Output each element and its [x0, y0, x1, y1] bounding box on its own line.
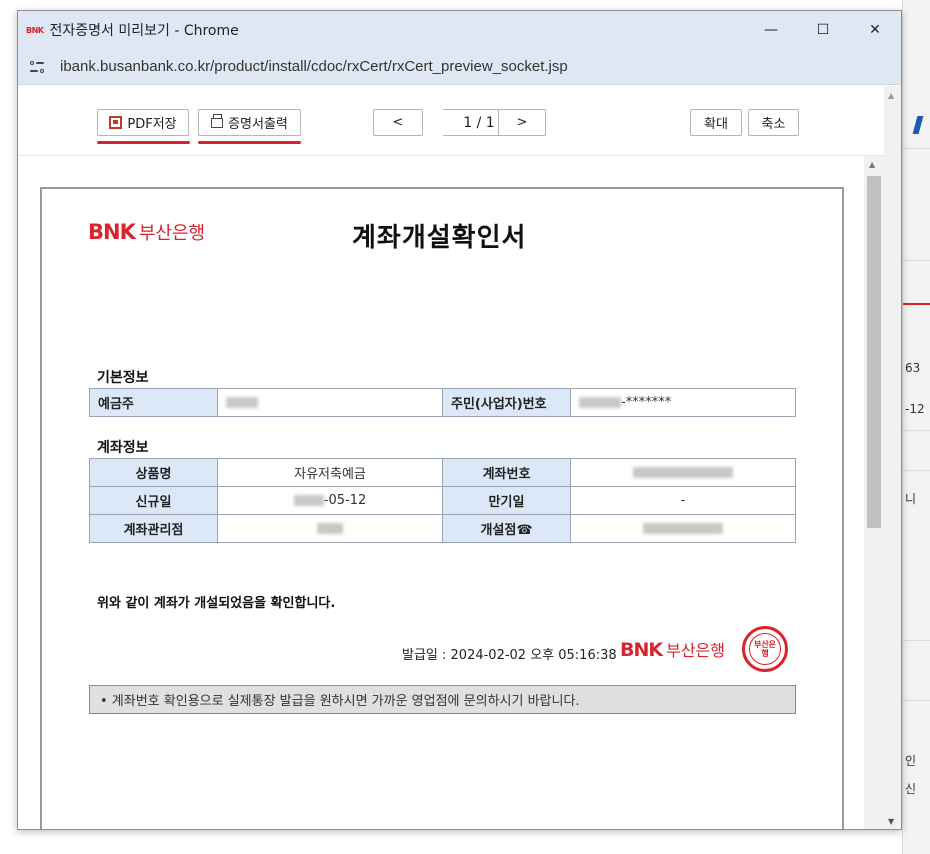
- address-bar: ibank.busanbank.co.kr/product/install/cd…: [18, 49, 901, 85]
- background-text: 신: [905, 782, 917, 796]
- document-title: 계좌개설확인서: [352, 223, 527, 253]
- bnk-logo-mark: BNK: [88, 220, 136, 244]
- scroll-down-icon[interactable]: ▼: [888, 817, 894, 826]
- viewer-toolbar: PDF저장 증명서출력 < 1 / 1 > 확대 축소: [18, 86, 884, 156]
- account-number-label: 계좌번호: [442, 458, 571, 487]
- opening-branch-label: 개설점☎: [442, 514, 571, 543]
- pdf-save-label: PDF저장: [127, 117, 177, 132]
- redacted-value: [317, 523, 343, 534]
- background-text: -12: [905, 402, 925, 416]
- account-number-value: [570, 458, 796, 487]
- bnk-logo: BNK 부산은행: [620, 637, 725, 661]
- scrollbar-thumb[interactable]: [867, 176, 881, 528]
- document-area: BNK 부산은행 계좌개설확인서 기본정보 예금주 주민(사업자)번호 -***…: [18, 156, 884, 829]
- opening-branch-value: [570, 514, 796, 543]
- background-divider: [903, 640, 930, 641]
- redacted-value: [633, 467, 733, 478]
- printer-icon: [211, 113, 224, 128]
- account-info-heading: 계좌정보: [97, 440, 149, 456]
- scroll-up-icon[interactable]: ▲: [869, 160, 875, 169]
- id-number-value: -*******: [570, 388, 796, 417]
- id-number-suffix: -*******: [621, 395, 672, 410]
- open-date-suffix: -05-12: [323, 493, 367, 508]
- favicon-logo: BNK: [26, 25, 44, 35]
- id-number-label: 주민(사업자)번호: [442, 388, 571, 417]
- open-date-value: -05-12: [217, 486, 443, 515]
- basic-info-heading: 기본정보: [97, 370, 149, 386]
- redacted-value: [226, 397, 258, 408]
- print-certificate-label: 증명서출력: [228, 117, 288, 132]
- seal-text: 부산은행: [749, 633, 781, 665]
- title-bar[interactable]: BNK 전자증명서 미리보기 - Chrome — ☐ ✕: [18, 11, 901, 49]
- managing-branch-label: 계좌관리점: [89, 514, 218, 543]
- bnk-logo-name: 부산은행: [666, 641, 725, 660]
- pdf-icon: [109, 116, 123, 129]
- preview-window: BNK 전자증명서 미리보기 - Chrome — ☐ ✕ ibank.busa…: [17, 10, 902, 830]
- table-row: 예금주 주민(사업자)번호 -*******: [89, 388, 796, 417]
- close-button[interactable]: ✕: [849, 11, 901, 49]
- minimize-button[interactable]: —: [745, 11, 797, 49]
- background-text: 니: [905, 492, 917, 506]
- managing-branch-value: [217, 514, 443, 543]
- maturity-date-label: 만기일: [442, 486, 571, 515]
- background-logo-mark: [912, 116, 924, 134]
- bnk-logo: BNK 부산은행: [88, 219, 205, 245]
- highlight-underline: [198, 141, 301, 144]
- open-date-label: 신규일: [89, 486, 218, 515]
- window-title: 전자증명서 미리보기 - Chrome: [49, 23, 239, 39]
- background-text: 인: [905, 754, 917, 768]
- zoom-in-button[interactable]: 확대: [690, 109, 742, 136]
- site-settings-icon[interactable]: [30, 58, 48, 76]
- background-text: 63: [905, 361, 921, 375]
- window-controls: — ☐ ✕: [745, 11, 901, 49]
- redacted-value: [579, 397, 621, 408]
- background-divider: [903, 430, 930, 431]
- zoom-out-button[interactable]: 축소: [748, 109, 799, 136]
- background-divider: [903, 260, 930, 261]
- background-page: 63 -12 니 인 신: [902, 0, 930, 854]
- background-divider: [903, 700, 930, 701]
- background-divider: [903, 148, 930, 149]
- table-row: 상품명 자유저축예금 계좌번호: [89, 458, 796, 487]
- depositor-value: [217, 388, 443, 417]
- next-page-button[interactable]: >: [498, 109, 546, 136]
- confirmation-text: 위와 같이 계좌가 개설되었음을 확인합니다.: [97, 596, 336, 611]
- redacted-value: [643, 523, 723, 534]
- document-scrollbar[interactable]: ▲: [864, 156, 884, 829]
- scroll-up-icon[interactable]: ▲: [888, 91, 894, 100]
- depositor-label: 예금주: [89, 388, 218, 417]
- product-value: 자유저축예금: [217, 458, 443, 487]
- issue-date: 발급일 : 2024-02-02 오후 05:16:38: [402, 648, 617, 663]
- notice-box: • 계좌번호 확인용으로 실제통장 발급을 원하시면 가까운 영업점에 문의하시…: [89, 685, 796, 714]
- background-divider: [903, 470, 930, 471]
- account-info-table: 상품명 자유저축예금 계좌번호 신규일 -05-12 만기일 - 계좌관리점 개…: [89, 458, 796, 543]
- pdf-save-button[interactable]: PDF저장: [97, 109, 189, 136]
- bank-seal-stamp: 부산은행: [742, 626, 788, 672]
- redacted-value: [293, 495, 324, 506]
- print-certificate-button[interactable]: 증명서출력: [198, 109, 301, 136]
- highlight-underline: [97, 141, 190, 144]
- window-scrollbar[interactable]: ▲ ▼: [884, 86, 901, 829]
- certificate-viewer: PDF저장 증명서출력 < 1 / 1 > 확대 축소 BNK 부산은행 계좌개…: [18, 86, 901, 829]
- bnk-logo-mark: BNK: [620, 639, 663, 661]
- background-red-divider: [903, 303, 930, 305]
- bnk-logo-name: 부산은행: [138, 223, 206, 244]
- prev-page-button[interactable]: <: [373, 109, 423, 136]
- table-row: 신규일 -05-12 만기일 -: [89, 486, 796, 515]
- basic-info-table: 예금주 주민(사업자)번호 -*******: [89, 388, 796, 417]
- maximize-button[interactable]: ☐: [797, 11, 849, 49]
- table-row: 계좌관리점 개설점☎: [89, 514, 796, 543]
- maturity-date-value: -: [570, 486, 796, 515]
- page-url[interactable]: ibank.busanbank.co.kr/product/install/cd…: [60, 58, 568, 75]
- certificate-page: BNK 부산은행 계좌개설확인서 기본정보 예금주 주민(사업자)번호 -***…: [40, 187, 844, 829]
- product-label: 상품명: [89, 458, 218, 487]
